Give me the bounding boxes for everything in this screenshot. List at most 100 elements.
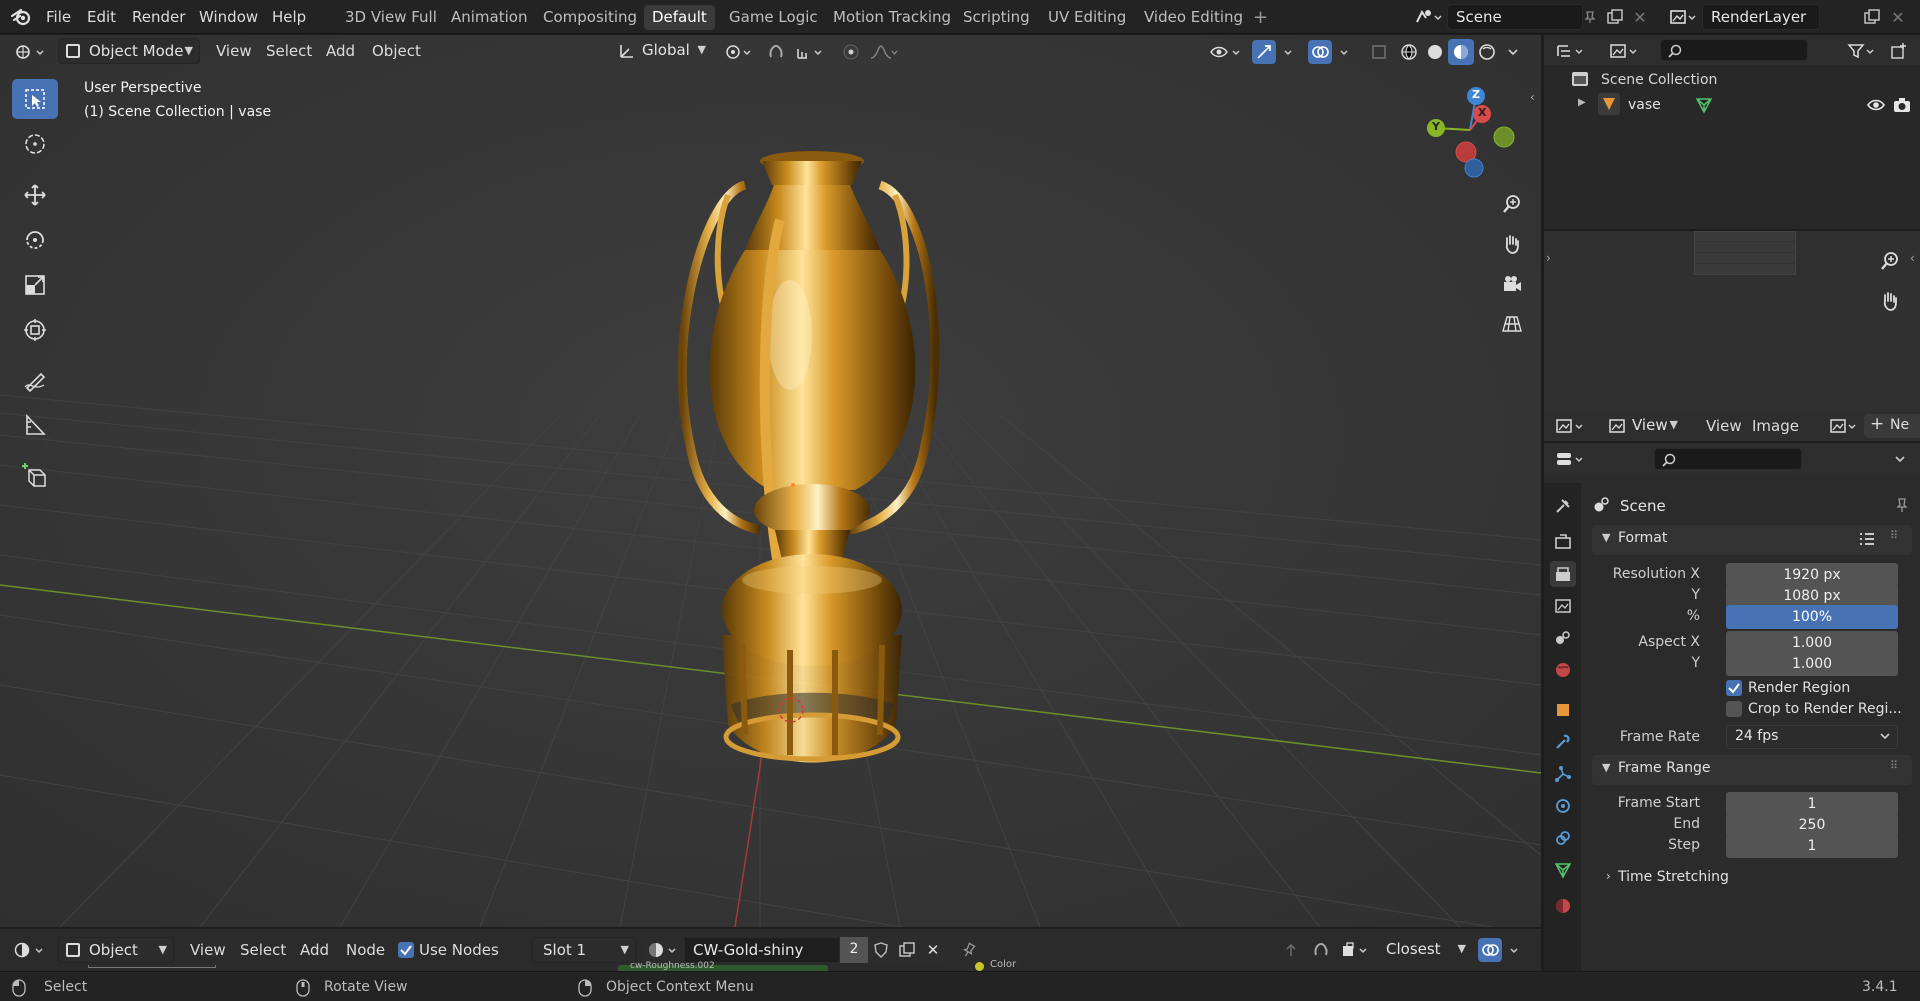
solid-shading-icon[interactable] <box>1422 39 1448 65</box>
delete-scene-icon[interactable]: ✕ <box>1630 6 1650 28</box>
node-menu-node[interactable]: Node <box>346 941 385 959</box>
output-tab-icon[interactable] <box>1550 561 1576 587</box>
slot-dropdown[interactable]: Slot 1 ▼ <box>532 937 636 963</box>
add-workspace-button[interactable]: + <box>1245 5 1276 30</box>
use-nodes-checkbox[interactable] <box>398 942 414 958</box>
node-menu-select[interactable]: Select <box>240 941 286 959</box>
navigation-gizmo[interactable]: Z X Y <box>1418 82 1518 182</box>
fake-user-shield-icon[interactable] <box>868 937 894 963</box>
gizmo-toggle-icon[interactable] <box>1252 39 1300 65</box>
tool-tab-icon[interactable] <box>1550 493 1576 519</box>
properties-editor-type-icon[interactable] <box>1552 447 1590 471</box>
cursor-tool[interactable] <box>12 124 58 164</box>
expand-arrow-icon[interactable]: ▶ <box>1578 97 1586 108</box>
frame-rate-dropdown[interactable]: 24 fps <box>1726 725 1898 749</box>
view-layer-tab-icon[interactable] <box>1550 593 1576 619</box>
tab-scripting[interactable]: Scripting <box>955 5 1038 30</box>
menu-file[interactable]: File <box>40 6 77 28</box>
browse-image-icon[interactable] <box>1826 414 1862 438</box>
menu-window[interactable]: Window <box>193 6 264 28</box>
proportional-edit-icon[interactable] <box>838 39 864 65</box>
rendered-shading-icon[interactable] <box>1474 39 1500 65</box>
editor-type-icon[interactable] <box>12 39 50 65</box>
image-editor-type-icon[interactable] <box>1552 414 1590 438</box>
parent-node-tree-icon[interactable] <box>1278 937 1304 963</box>
material-preview-icon[interactable] <box>1448 39 1474 65</box>
new-scene-icon[interactable] <box>1604 6 1626 28</box>
snap-icon[interactable] <box>762 39 790 65</box>
node-snap-icon[interactable] <box>1308 937 1334 963</box>
display-mode-icon[interactable] <box>1606 39 1644 63</box>
material-tab-icon[interactable] <box>1550 893 1576 919</box>
particles-tab-icon[interactable] <box>1550 761 1576 787</box>
expand-toolbar-icon[interactable]: › <box>1546 251 1551 265</box>
3d-viewport[interactable] <box>0 35 1541 927</box>
blender-logo-icon[interactable] <box>8 5 36 29</box>
node-menu-view[interactable]: View <box>190 941 226 959</box>
menu-render[interactable]: Render <box>126 6 191 28</box>
aspect-y-field[interactable]: 1.000 <box>1726 652 1898 676</box>
collapse-image-sidebar-icon[interactable]: ‹ <box>1910 251 1915 265</box>
material-users-count[interactable]: 2 <box>840 937 868 963</box>
vp-menu-add[interactable]: Add <box>326 42 355 60</box>
pin-icon[interactable] <box>956 937 982 963</box>
tab-compositing[interactable]: Compositing <box>535 5 645 30</box>
view-layer-field[interactable]: RenderLayer <box>1702 4 1820 30</box>
tab-uv-editing[interactable]: UV Editing <box>1040 5 1134 30</box>
menu-help[interactable]: Help <box>266 6 312 28</box>
outliner-editor-type-icon[interactable] <box>1552 39 1590 63</box>
drag-handle-icon[interactable]: ⠿ <box>1890 529 1899 542</box>
unlink-material-icon[interactable]: ✕ <box>920 937 946 963</box>
frame-range-panel-header[interactable]: ▼ Frame Range ⠿ <box>1592 755 1912 785</box>
pin-icon[interactable] <box>1580 6 1600 28</box>
tab-game-logic[interactable]: Game Logic <box>721 5 826 30</box>
tab-animation[interactable]: Animation <box>443 5 535 30</box>
vp-menu-object[interactable]: Object <box>372 42 421 60</box>
new-image-button[interactable]: + Ne <box>1864 414 1920 438</box>
duplicate-material-icon[interactable] <box>894 937 920 963</box>
presets-list-icon[interactable] <box>1858 531 1876 547</box>
modifier-tab-icon[interactable] <box>1550 729 1576 755</box>
move-tool[interactable] <box>12 175 58 215</box>
collapse-sidebar-icon[interactable]: ‹ <box>1530 90 1535 104</box>
constraints-tab-icon[interactable] <box>1550 825 1576 851</box>
node-menu-add[interactable]: Add <box>300 941 329 959</box>
menu-edit[interactable]: Edit <box>81 6 122 28</box>
properties-options-icon[interactable] <box>1888 447 1912 471</box>
pivot-point-icon[interactable] <box>722 39 758 65</box>
browse-material-icon[interactable] <box>644 937 684 963</box>
image-menu-image[interactable]: Image <box>1752 417 1799 435</box>
snap-element-icon[interactable] <box>1338 937 1374 963</box>
object-tab-icon[interactable] <box>1550 697 1576 723</box>
tab-3d-view-full[interactable]: 3D View Full <box>337 5 445 30</box>
scene-tab-icon[interactable] <box>1550 625 1576 651</box>
eye-icon[interactable] <box>1866 96 1886 114</box>
shading-options-icon[interactable] <box>1502 39 1524 65</box>
scene-selector-icon[interactable] <box>1410 5 1448 29</box>
vp-menu-view[interactable]: View <box>216 42 252 60</box>
zoom-icon[interactable] <box>1496 188 1528 220</box>
visibility-icon[interactable] <box>1206 39 1246 65</box>
pan-hand-icon[interactable] <box>1496 228 1528 260</box>
shader-type-dropdown[interactable]: Object ▼ <box>58 937 174 963</box>
material-name-field[interactable]: CW-Gold-shiny <box>684 937 840 963</box>
pin-icon[interactable] <box>1894 497 1910 513</box>
render-region-checkbox[interactable] <box>1726 680 1742 696</box>
vp-menu-select[interactable]: Select <box>266 42 312 60</box>
scale-tool[interactable] <box>12 265 58 305</box>
resolution-percent-slider[interactable]: 100% <box>1726 605 1898 629</box>
image-pan-icon[interactable] <box>1874 285 1906 317</box>
shader-editor-type-icon[interactable] <box>10 937 50 963</box>
perspective-toggle-icon[interactable] <box>1496 308 1528 340</box>
scene-collection-label[interactable]: Scene Collection <box>1601 72 1717 88</box>
tab-video-editing[interactable]: Video Editing <box>1136 5 1251 30</box>
properties-search-input[interactable] <box>1654 448 1802 470</box>
annotate-tool[interactable] <box>12 360 58 400</box>
new-view-layer-icon[interactable] <box>1861 6 1883 28</box>
transform-tool[interactable] <box>12 310 58 350</box>
mesh-data-tab-icon[interactable] <box>1550 857 1576 883</box>
filter-icon[interactable] <box>1844 39 1880 63</box>
interpolation-dropdown[interactable]: Closest ▼ <box>1374 937 1472 963</box>
xray-icon[interactable] <box>1366 39 1392 65</box>
outliner-search-input[interactable] <box>1660 39 1808 61</box>
